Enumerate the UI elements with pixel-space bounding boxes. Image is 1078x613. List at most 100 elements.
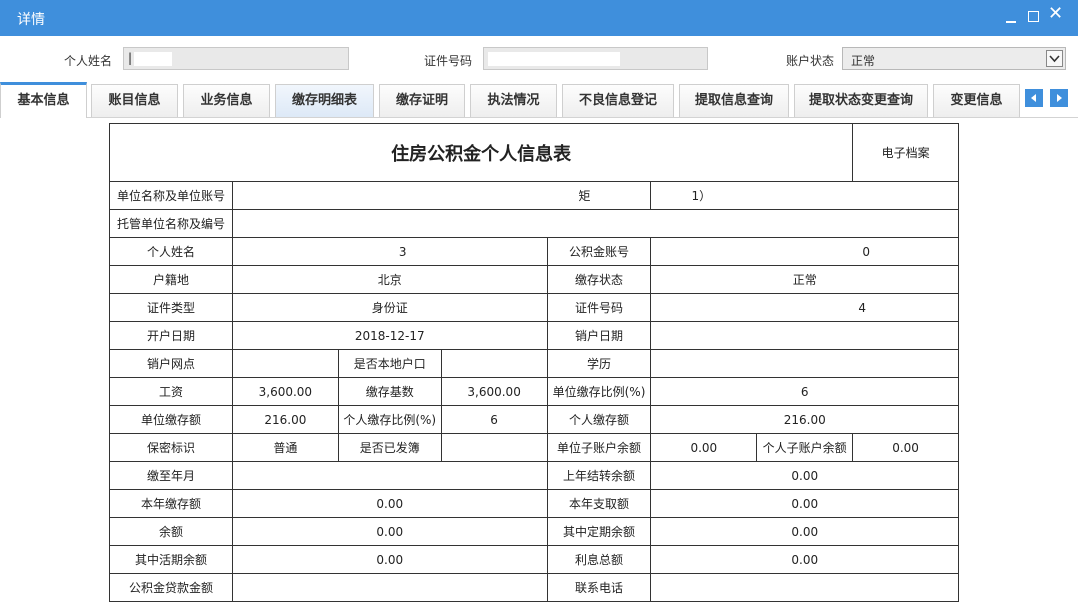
table-row: 证件类型 身份证 证件号码 4 [109,293,959,322]
field-value: 216.00 [650,405,959,434]
field-value: 216.00 [231,405,339,434]
table-row: 单位名称及单位账号 矩 1） [109,181,959,210]
field-value: 3 [231,237,548,266]
chevron-down-icon[interactable] [1046,50,1063,67]
table-row: 个人姓名 3 公积金账号 0 [109,237,959,266]
field-value: 矩 [231,181,652,210]
tab-withdrawal-query[interactable]: 提取信息查询 [679,84,789,117]
field-value: 2018-12-17 [231,321,548,350]
tab-change-info[interactable]: 变更信息 [933,84,1020,117]
field-label: 缴存状态 [546,265,652,294]
field-value: 3,600.00 [231,377,339,406]
field-label: 单位子账户余额 [546,433,652,462]
status-label: 账户状态 [786,54,835,68]
field-value: 0.00 [231,489,548,518]
archive-link[interactable]: 电子档案 [852,123,959,182]
field-label: 销户网点 [109,349,233,378]
table-row: 余额 0.00 其中定期余额 0.00 [109,517,959,546]
field-label: 保密标识 [109,433,233,462]
field-value [440,349,548,378]
close-icon: ✕ [1048,3,1064,24]
filter-bar: 个人姓名 | 证件号码 账户状态 正常 [0,36,1078,82]
field-value: 0.00 [650,489,959,518]
field-value: 正常 [650,265,959,294]
field-value [231,573,548,602]
field-value [231,349,339,378]
table-row: 其中活期余额 0.00 利息总额 0.00 [109,545,959,574]
tab-deposit-certificate[interactable]: 缴存证明 [379,84,465,117]
field-label: 证件号码 [546,293,652,322]
field-label: 联系电话 [546,573,652,602]
field-label: 个人缴存额 [546,405,652,434]
field-label: 公积金账号 [546,237,652,266]
field-value: 0.00 [650,461,959,490]
table-row: 托管单位名称及编号 [109,209,960,238]
field-value: 0.00 [650,433,758,462]
field-value [440,433,548,462]
close-button[interactable]: ✕ [1048,3,1064,24]
field-label: 个人姓名 [109,237,233,266]
name-value: | [128,51,133,65]
tab-account-info[interactable]: 账目信息 [91,84,178,117]
table-row: 单位缴存额 216.00 个人缴存比例(%) 6 个人缴存额 216.00 [109,405,959,434]
status-select[interactable]: 正常 [842,47,1066,70]
field-label: 余额 [109,517,233,546]
table-row: 工资 3,600.00 缴存基数 3,600.00 单位缴存比例(%) 6 [109,377,959,406]
tab-bar: 基本信息 账目信息 业务信息 缴存明细表 缴存证明 执法情况 不良信息登记 提取… [0,82,1078,118]
field-label: 户籍地 [109,265,233,294]
field-value: 0 [650,237,959,266]
field-value: 北京 [231,265,548,294]
maximize-button[interactable] [1027,9,1041,25]
field-value: 0.00 [650,545,959,574]
info-table: 住房公积金个人信息表 电子档案 单位名称及单位账号 矩 1） 托管单位名称及编号… [108,123,960,602]
field-label: 托管单位名称及编号 [109,209,233,238]
field-label: 工资 [109,377,233,406]
field-label: 单位缴存比例(%) [546,377,652,406]
status-value: 正常 [851,54,876,68]
field-label: 其中活期余额 [109,545,233,574]
field-value: 6 [440,405,548,434]
id-field[interactable] [483,47,708,70]
tab-basic-info[interactable]: 基本信息 [0,82,87,118]
minimize-button[interactable] [1004,9,1018,25]
table-row: 户籍地 北京 缴存状态 正常 [109,265,959,294]
field-label: 缴存基数 [337,377,442,406]
table-row: 保密标识 普通 是否已发簿 单位子账户余额 0.00 个人子账户余额 0.00 [109,433,959,462]
tab-business-info[interactable]: 业务信息 [183,84,270,117]
window-title: 详情 [17,12,45,28]
id-redaction [488,52,620,66]
field-value [650,349,959,378]
field-value: 3,600.00 [440,377,548,406]
field-label: 个人缴存比例(%) [337,405,442,434]
tab-enforcement[interactable]: 执法情况 [470,84,557,117]
field-label: 本年支取额 [546,489,652,518]
field-value: 0.00 [650,517,959,546]
id-label: 证件号码 [424,54,473,68]
field-value [231,209,960,238]
table-row: 本年缴存额 0.00 本年支取额 0.00 [109,489,959,518]
field-value: 1） [650,181,959,210]
tab-deposit-detail[interactable]: 缴存明细表 [275,84,374,117]
field-value: 0.00 [852,433,959,462]
field-label: 开户日期 [109,321,233,350]
field-label: 销户日期 [546,321,652,350]
tab-bad-record[interactable]: 不良信息登记 [562,84,674,117]
field-label: 利息总额 [546,545,652,574]
tab-scroll-left-button[interactable] [1025,89,1043,107]
name-label: 个人姓名 [64,54,113,68]
arrow-right-icon [1057,94,1062,102]
field-value: 0.00 [231,545,548,574]
field-label: 是否已发簿 [337,433,442,462]
field-label: 缴至年月 [109,461,233,490]
name-field[interactable]: | [123,47,349,70]
tab-withdrawal-status-query[interactable]: 提取状态变更查询 [794,84,928,117]
tab-scroll-right-button[interactable] [1050,89,1068,107]
minimize-icon [1006,21,1016,23]
title-bar: 详情 ✕ [0,0,1078,36]
field-label: 是否本地户口 [337,349,442,378]
field-value [231,461,548,490]
field-value: 身份证 [231,293,548,322]
field-label: 其中定期余额 [546,517,652,546]
table-row: 销户网点 是否本地户口 学历 [109,349,959,378]
field-value: 6 [650,377,959,406]
